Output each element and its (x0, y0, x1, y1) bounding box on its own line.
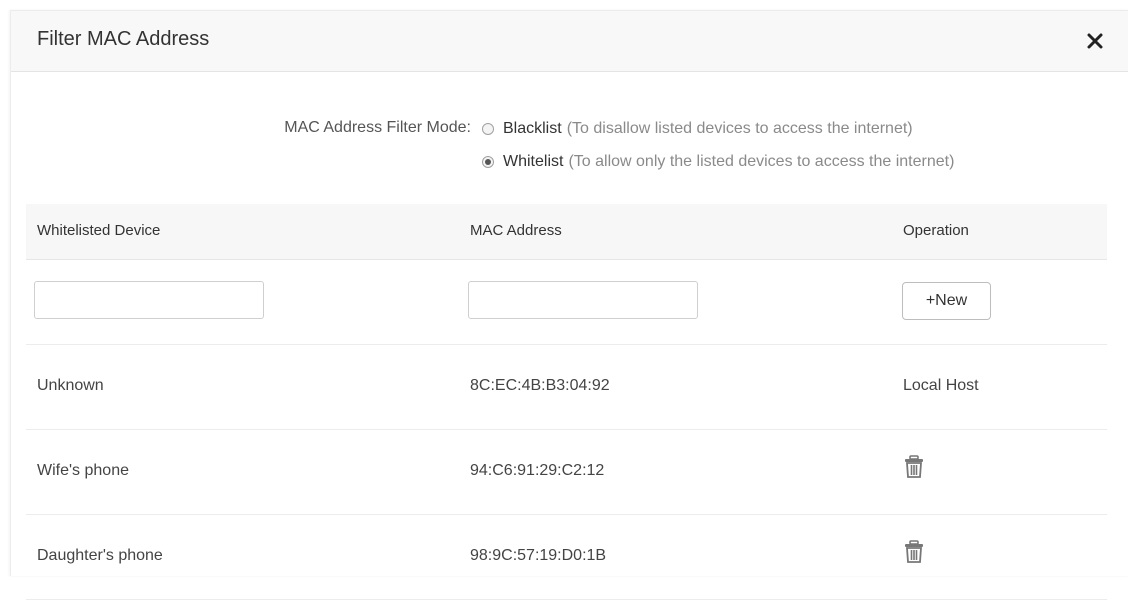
device-name: Daughter's phone (37, 547, 163, 564)
blacklist-label: Blacklist (503, 120, 562, 137)
filter-mode-section: MAC Address Filter Mode: Blacklist (To d… (11, 111, 1128, 181)
blacklist-radio-button[interactable] (482, 123, 494, 135)
mac-address: 8C:EC:4B:B3:04:92 (470, 377, 610, 394)
table-row: Daughter's phone 98:9C:57:19:D0:1B (26, 515, 1107, 600)
new-button[interactable]: +New (902, 282, 991, 320)
device-name: Unknown (37, 377, 104, 394)
dialog-header: Filter MAC Address (11, 11, 1128, 72)
whitelist-label: Whitelist (503, 153, 564, 170)
table-row: Unknown 8C:EC:4B:B3:04:92 Local Host (26, 345, 1107, 430)
trash-icon[interactable] (904, 455, 924, 479)
filter-mode-label: MAC Address Filter Mode: (284, 119, 471, 136)
table-row: Wife's phone 94:C6:91:29:C2:12 (26, 430, 1107, 515)
mac-table: Whitelisted Device MAC Address Operation… (26, 204, 1107, 600)
whitelist-radio[interactable]: Whitelist (To allow only the listed devi… (482, 152, 954, 172)
new-entry-row: +New (26, 260, 1107, 345)
header-device: Whitelisted Device (37, 222, 161, 239)
dialog-title: Filter MAC Address (37, 28, 210, 50)
filter-mac-dialog: Filter MAC Address MAC Address Filter Mo… (10, 10, 1128, 600)
device-name: Wife's phone (37, 462, 129, 479)
blacklist-radio[interactable]: Blacklist (To disallow listed devices to… (482, 119, 913, 139)
table-header: Whitelisted Device MAC Address Operation (26, 204, 1107, 260)
operation-text: Local Host (903, 377, 979, 394)
trash-icon[interactable] (904, 540, 924, 564)
mac-address: 98:9C:57:19:D0:1B (470, 547, 607, 564)
header-mac: MAC Address (470, 222, 562, 239)
whitelist-description: (To allow only the listed devices to acc… (568, 153, 955, 170)
close-icon[interactable] (1085, 31, 1105, 51)
device-name-input[interactable] (34, 281, 264, 319)
mac-address-input[interactable] (468, 281, 698, 319)
mac-address: 94:C6:91:29:C2:12 (470, 462, 605, 479)
header-operation: Operation (903, 222, 969, 239)
whitelist-radio-button[interactable] (482, 156, 494, 168)
blacklist-description: (To disallow listed devices to access th… (566, 120, 913, 137)
